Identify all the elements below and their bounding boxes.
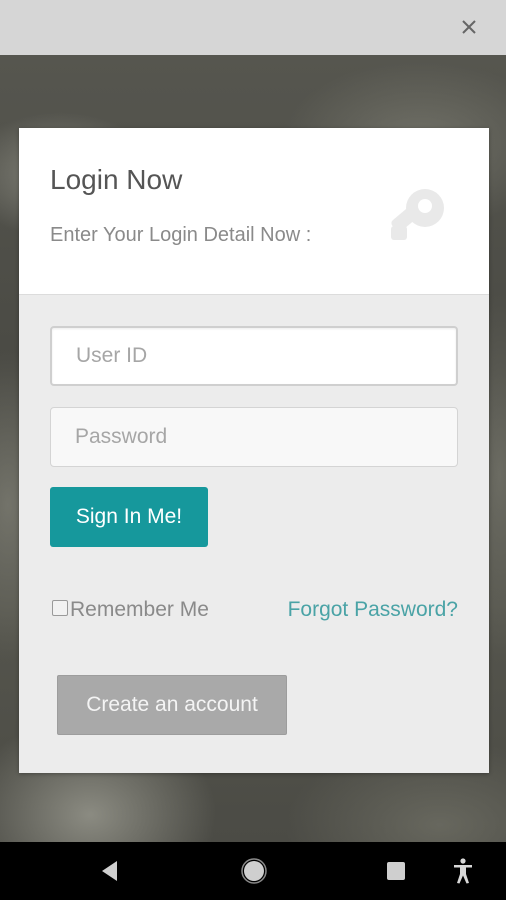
recents-button[interactable] xyxy=(381,856,411,886)
create-account-button[interactable]: Create an account xyxy=(57,675,287,735)
back-button[interactable] xyxy=(96,856,126,886)
back-triangle-icon[interactable] xyxy=(96,856,126,886)
login-card: Login Now Enter Your Login Detail Now : … xyxy=(19,128,489,773)
home-circle-icon[interactable] xyxy=(239,856,269,886)
password-input[interactable] xyxy=(50,407,458,467)
login-subtitle: Enter Your Login Detail Now : xyxy=(50,224,312,246)
close-button[interactable] xyxy=(456,14,482,40)
key-icon xyxy=(391,189,444,240)
accessibility-button[interactable] xyxy=(448,856,478,886)
recents-square-icon[interactable] xyxy=(381,856,411,886)
sign-in-button[interactable]: Sign In Me! xyxy=(50,487,208,547)
forgot-password-link[interactable]: Forgot Password? xyxy=(288,598,458,622)
remember-me-label: Remember Me xyxy=(70,598,209,621)
checkbox-icon[interactable] xyxy=(52,600,68,616)
close-icon[interactable] xyxy=(456,14,482,40)
login-title: Login Now xyxy=(50,164,183,195)
login-card-header: Login Now Enter Your Login Detail Now : xyxy=(19,128,489,295)
top-bar xyxy=(0,0,506,55)
remember-me-checkbox[interactable]: Remember Me xyxy=(52,598,209,622)
android-nav-bar xyxy=(0,842,506,900)
user-id-input[interactable] xyxy=(50,326,458,386)
home-button[interactable] xyxy=(239,856,269,886)
accessibility-icon[interactable] xyxy=(448,856,478,886)
